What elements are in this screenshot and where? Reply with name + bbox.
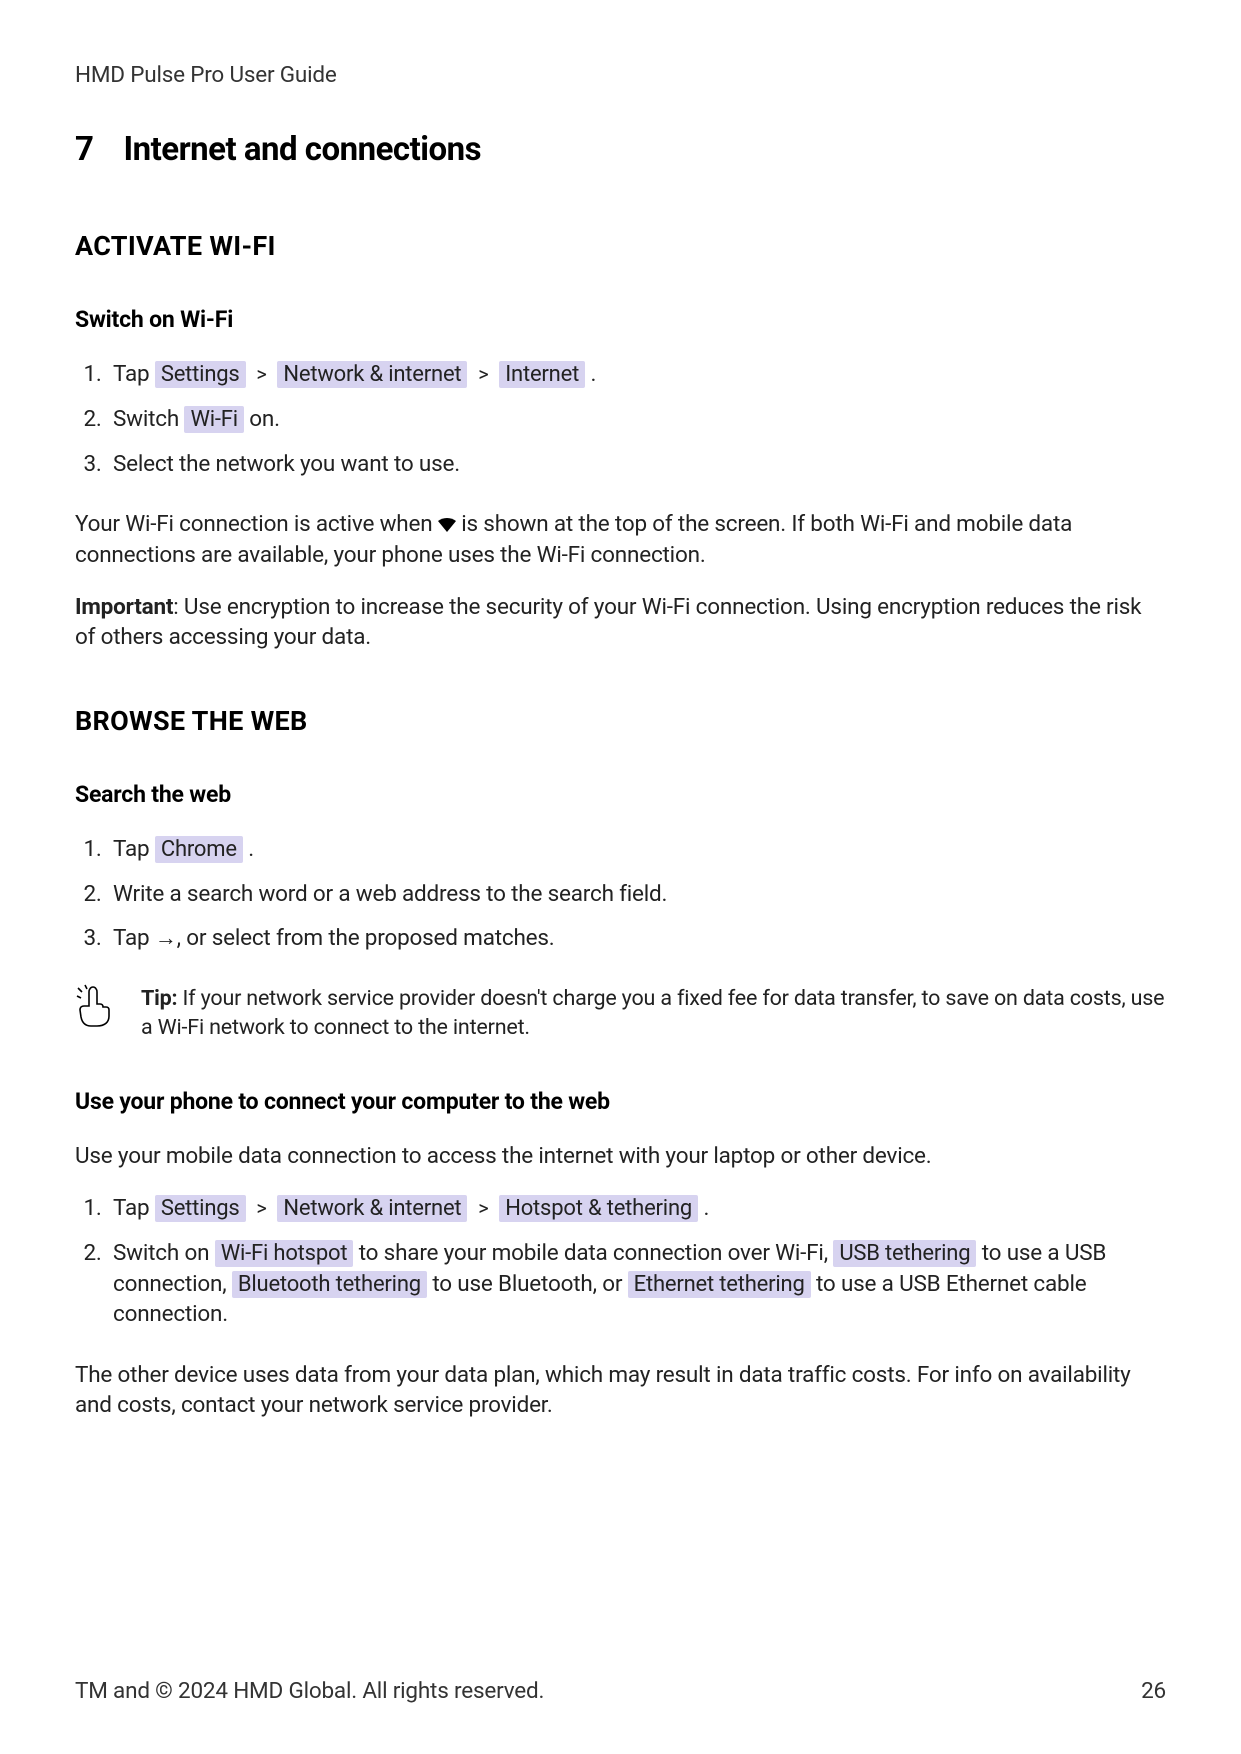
- step-text: Tap: [113, 1195, 155, 1221]
- page-footer: TM and © 2024 HMD Global. All rights res…: [75, 1676, 1166, 1706]
- wifi-icon: [438, 518, 456, 532]
- ui-label-internet: Internet: [499, 361, 585, 388]
- step: Switch Wi-Fi on.: [107, 404, 1166, 435]
- ui-label-chrome: Chrome: [155, 836, 243, 863]
- step-text: Switch on: [113, 1240, 215, 1266]
- pointing-hand-icon: [75, 984, 113, 1036]
- separator: >: [473, 1196, 493, 1220]
- step-text: Select the network you want to use.: [113, 451, 460, 477]
- paragraph: Use your mobile data connection to acces…: [75, 1141, 1166, 1171]
- section-browse-web: BROWSE THE WEB: [75, 703, 1166, 739]
- step-text: .: [243, 836, 254, 862]
- step: Select the network you want to use.: [107, 449, 1166, 479]
- step: Write a search word or a web address to …: [107, 879, 1166, 909]
- step-text: .: [698, 1195, 709, 1221]
- separator: >: [252, 362, 272, 386]
- ui-label-hotspot-tethering: Hotspot & tethering: [499, 1195, 698, 1222]
- step-text: Tap: [113, 836, 155, 862]
- ui-label-network-internet: Network & internet: [277, 1195, 467, 1222]
- step-text: .: [585, 361, 596, 387]
- subsection-switch-on-wifi: Switch on Wi-Fi: [75, 304, 1166, 335]
- steps-switch-wifi: Tap Settings > Network & internet > Inte…: [75, 359, 1166, 479]
- important-note: Important: Use encryption to increase th…: [75, 592, 1166, 653]
- copyright: TM and © 2024 HMD Global. All rights res…: [75, 1676, 544, 1706]
- step: Tap Settings > Network & internet > Inte…: [107, 359, 1166, 390]
- chapter-title: Internet and connections: [123, 128, 481, 173]
- separator: >: [473, 362, 493, 386]
- step-text: to use Bluetooth, or: [427, 1271, 628, 1297]
- steps-search-web: Tap Chrome . Write a search word or a we…: [75, 834, 1166, 954]
- subsection-tethering: Use your phone to connect your computer …: [75, 1086, 1166, 1117]
- ui-label-network-internet: Network & internet: [277, 361, 467, 388]
- ui-label-settings: Settings: [155, 361, 246, 388]
- section-activate-wifi: ACTIVATE WI-FI: [75, 228, 1166, 264]
- step-text: Tap: [113, 361, 155, 387]
- tip-body: If your network service provider doesn't…: [141, 986, 1164, 1040]
- important-text: : Use encryption to increase the securit…: [75, 594, 1141, 650]
- steps-tethering: Tap Settings > Network & internet > Hots…: [75, 1193, 1166, 1329]
- step: Switch on Wi-Fi hotspot to share your mo…: [107, 1238, 1166, 1330]
- tip-text: Tip: If your network service provider do…: [141, 984, 1166, 1042]
- step: Tap Chrome .: [107, 834, 1166, 865]
- ui-label-wifi: Wi-Fi: [184, 406, 243, 433]
- chapter-heading: 7 Internet and connections: [75, 128, 1166, 173]
- arrow-right-icon: →: [155, 924, 177, 954]
- step: Tap →, or select from the proposed match…: [107, 923, 1166, 954]
- step-text: Write a search word or a web address to …: [113, 881, 667, 907]
- ui-label-ethernet-tethering: Ethernet tethering: [628, 1271, 811, 1298]
- ui-label-wifi-hotspot: Wi-Fi hotspot: [215, 1240, 354, 1267]
- document-header: HMD Pulse Pro User Guide: [75, 60, 1166, 90]
- step-text: on.: [244, 406, 280, 432]
- text: Your Wi-Fi connection is active when: [75, 511, 438, 537]
- subsection-search-web: Search the web: [75, 779, 1166, 810]
- step-text: Switch: [113, 406, 184, 432]
- page: HMD Pulse Pro User Guide 7 Internet and …: [0, 0, 1241, 1754]
- ui-label-settings: Settings: [155, 1195, 246, 1222]
- page-number: 26: [1141, 1676, 1166, 1706]
- chapter-number: 7: [75, 128, 93, 173]
- step-text: Tap: [113, 925, 155, 951]
- paragraph: The other device uses data from your dat…: [75, 1360, 1166, 1421]
- important-label: Important: [75, 594, 173, 620]
- ui-label-usb-tethering: USB tethering: [833, 1240, 976, 1267]
- step-text: , or select from the proposed matches.: [177, 925, 555, 951]
- step-text: to share your mobile data connection ove…: [353, 1240, 833, 1266]
- tip-box: Tip: If your network service provider do…: [75, 984, 1166, 1042]
- paragraph: Your Wi-Fi connection is active when is …: [75, 509, 1166, 570]
- tip-label: Tip:: [141, 986, 177, 1011]
- separator: >: [252, 1196, 272, 1220]
- ui-label-bluetooth-tethering: Bluetooth tethering: [232, 1271, 427, 1298]
- step: Tap Settings > Network & internet > Hots…: [107, 1193, 1166, 1224]
